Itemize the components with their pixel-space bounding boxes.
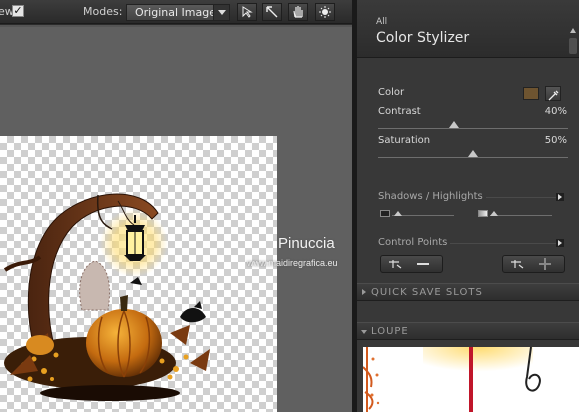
control-points-expand-icon[interactable] <box>556 239 564 247</box>
control-point-minus-icon <box>389 260 429 269</box>
eyedropper-button[interactable] <box>545 86 561 101</box>
saturation-slider-thumb[interactable] <box>468 150 478 157</box>
shadows-swatch[interactable] <box>380 210 390 217</box>
add-control-point-button[interactable] <box>502 255 565 273</box>
canvas-ruler <box>0 25 352 27</box>
loupe-preview-image <box>363 347 541 412</box>
top-toolbar: ew: ✓ Modes: Original Image <box>0 0 352 24</box>
halloween-pumpkin-image <box>3 193 210 401</box>
filter-category[interactable]: All <box>376 17 387 27</box>
quick-save-slots-label: QUICK SAVE SLOTS <box>371 287 483 298</box>
pointer-icon <box>266 6 278 18</box>
shadows-expand-icon[interactable] <box>556 193 564 201</box>
light-tool-button[interactable] <box>315 3 335 21</box>
modes-dropdown[interactable]: Original Image <box>126 4 230 21</box>
color-label: Color <box>378 87 405 98</box>
highlights-slider-track[interactable] <box>490 215 552 216</box>
watermark-name: Pinuccia <box>278 235 335 252</box>
select-arrow-icon <box>242 6 253 18</box>
shadows-slider-thumb[interactable] <box>394 211 402 216</box>
saturation-slider-track[interactable] <box>378 157 568 158</box>
select-tool-button[interactable] <box>237 3 257 21</box>
color-swatch[interactable] <box>523 87 539 100</box>
panel-scrollbar[interactable] <box>569 38 577 54</box>
saturation-label: Saturation <box>378 135 431 146</box>
preview-checkbox[interactable]: ✓ <box>12 5 24 17</box>
scroll-up-icon[interactable] <box>569 26 577 36</box>
contrast-label: Contrast <box>378 106 421 117</box>
hand-tool-button[interactable] <box>288 3 308 21</box>
quick-save-slots-bar[interactable]: QUICK SAVE SLOTS <box>357 283 579 301</box>
highlights-slider-thumb[interactable] <box>490 211 498 216</box>
shadows-highlights-label[interactable]: Shadows / Highlights <box>378 191 486 202</box>
modes-label: Modes: <box>83 5 123 18</box>
control-points-label[interactable]: Control Points <box>378 237 451 248</box>
loupe-bar[interactable]: LOUPE <box>357 322 579 340</box>
contrast-slider-track[interactable] <box>378 128 568 129</box>
contrast-value: 40% <box>544 106 567 117</box>
image-canvas[interactable]: Pinuccia www.maidiregrafica.eu <box>0 25 352 412</box>
filter-title: Color Stylizer <box>376 30 470 46</box>
hand-icon <box>293 6 303 18</box>
highlights-swatch[interactable] <box>478 210 488 217</box>
remove-control-point-button[interactable] <box>380 255 443 273</box>
contrast-slider-thumb[interactable] <box>449 121 459 128</box>
watermark-url: www.maidiregrafica.eu <box>247 258 338 268</box>
eyedropper-icon <box>548 90 559 101</box>
filter-panel: All Color Stylizer Color Contrast 40% Sa… <box>357 0 579 412</box>
expand-down-icon <box>361 330 367 334</box>
loupe-preview[interactable] <box>363 347 579 412</box>
chevron-down-icon <box>213 5 229 20</box>
pointer-tool-button[interactable] <box>262 3 282 21</box>
expand-right-icon <box>362 289 366 295</box>
control-point-plus-icon <box>511 258 551 270</box>
modes-dropdown-value: Original Image <box>135 6 216 19</box>
filter-header: All Color Stylizer <box>357 0 579 58</box>
light-icon <box>319 6 331 18</box>
loupe-label: LOUPE <box>371 326 409 337</box>
saturation-value: 50% <box>544 135 567 146</box>
